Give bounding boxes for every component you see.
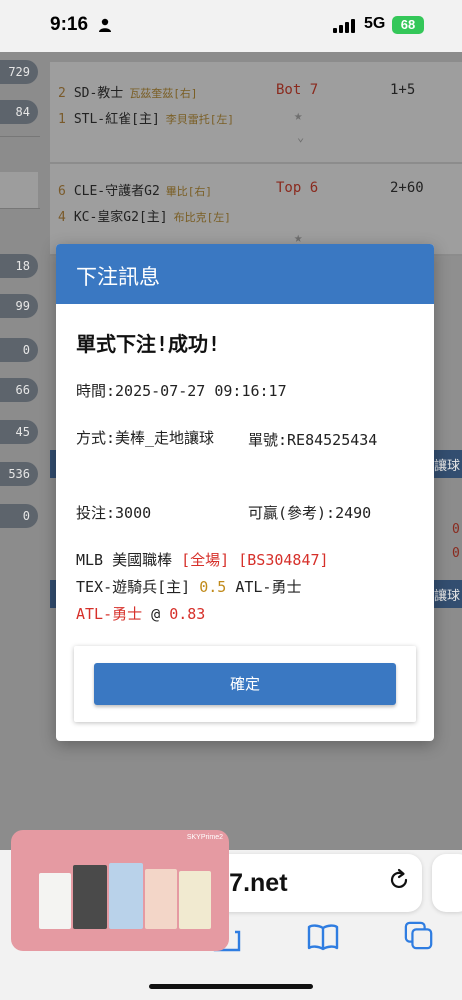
side-count[interactable]: 84 [0,100,38,124]
side-count[interactable]: 729 [0,60,38,84]
inning: Bot 7 [276,82,319,98]
score: 1+5 [390,82,416,98]
reload-icon[interactable] [387,868,411,892]
side-count[interactable]: 536 [0,462,38,486]
home-indicator [149,984,313,989]
product-image [109,863,143,929]
dialog-actions: 確定 [74,646,416,722]
success-message: 單式下注!成功! [76,332,221,356]
tabs-icon[interactable] [402,920,436,950]
signal-icon [333,19,355,33]
score: 2+60 [390,180,424,196]
side-count[interactable]: 45 [0,420,38,444]
confirm-button[interactable]: 確定 [94,663,396,705]
bet-pick-line: ATL-勇士 @ 0.83 [76,605,206,623]
away-team: SD-教士 [73,86,124,101]
side-panel [0,172,38,208]
dialog-title: 下注訊息 [76,265,160,289]
person-icon [99,18,111,32]
product-image [179,871,211,929]
bet-time: 時間:2025-07-27 09:16:17 [76,382,287,400]
away-team: CLE-守護者G2 [73,184,160,199]
next-tab-preview[interactable] [432,854,462,912]
pip-video-overlay[interactable]: SKYPrime2 [11,830,229,951]
home-team: STL-紅雀[主] [73,112,160,127]
bookmarks-icon[interactable] [306,922,340,952]
game-row[interactable]: 2 SD-教士 瓦茲奎茲[右] 1 STL-紅雀[主] 李貝雷托[左] Bot 7 1+… [50,62,462,162]
battery-level: 68 [392,16,424,34]
sidebar-counts: 729 84 18 99 0 66 45 536 0 [0,52,50,850]
product-image [73,865,107,929]
dialog-header: 下注訊息 [56,244,434,304]
bet-matchup-line: TEX-遊騎兵[主] 0.5 ATL-勇士 [76,578,302,596]
side-count[interactable]: 66 [0,378,38,402]
side-count[interactable]: 18 [0,254,38,278]
stake-amount: 投注:3000 [76,504,152,522]
order-number: 單號:RE84525434 [248,431,378,449]
bet-info-dialog: 下注訊息 單式下注!成功! 時間:2025-07-27 09:16:17 方式:… [56,244,434,741]
game-row[interactable]: 6 CLE-守護者G2 畢比[右] 4 KC-皇家G2[主] 布比克[左] Top 6 … [50,164,462,254]
odds-value[interactable]: 0 [452,546,460,561]
side-count[interactable]: 99 [0,294,38,318]
status-time: 9:16 [50,14,89,35]
pip-brand-logo: SKYPrime2 [186,834,223,841]
favorite-star-icon[interactable]: ★ [294,108,302,124]
product-image [145,869,177,929]
chevron-down-icon[interactable]: ⌄ [297,130,304,144]
bet-league-line: MLB 美國職棒 [全場] [BS304847] [76,551,329,569]
potential-win: 可贏(參考):2490 [248,504,372,522]
inning: Top 6 [276,180,319,196]
network-type: 5G [364,15,386,32]
side-count[interactable]: 0 [0,504,38,528]
product-image [39,873,71,929]
side-count[interactable]: 0 [0,338,38,362]
odds-value[interactable]: 0 [452,522,460,537]
home-team: KC-皇家G2[主] [73,210,168,225]
status-bar: 9:16 5G 68 [0,0,462,52]
